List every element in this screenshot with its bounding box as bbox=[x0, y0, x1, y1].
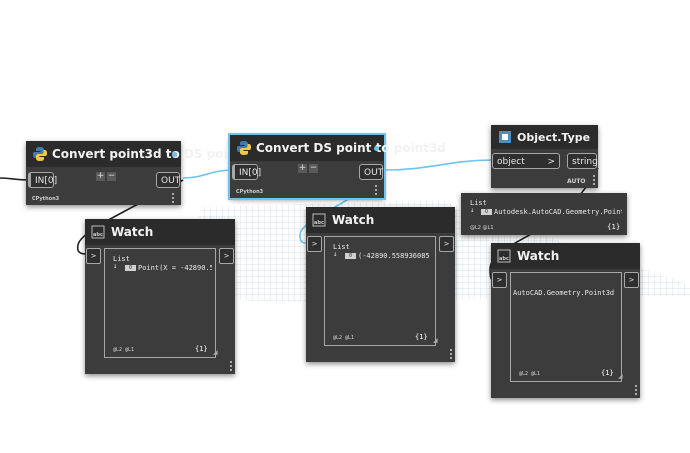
node-header[interactable]: Convert point3d to DS point bbox=[26, 141, 242, 167]
list-levels: @L2 @L1 bbox=[519, 371, 541, 377]
node-title: Convert DS point to point3d bbox=[256, 141, 446, 155]
svg-text:abc: abc bbox=[93, 232, 103, 238]
lacing-label[interactable]: AUTO bbox=[567, 178, 586, 185]
wire-convert-ds-to-convert-3d bbox=[182, 169, 234, 179]
remove-input-button[interactable]: − bbox=[107, 172, 116, 181]
input-port[interactable]: > bbox=[492, 272, 507, 288]
list-count: {1} bbox=[607, 223, 621, 231]
python-icon bbox=[237, 141, 251, 155]
python-icon bbox=[33, 147, 47, 161]
status-dot bbox=[374, 146, 379, 151]
output-port-out[interactable]: OUT bbox=[156, 172, 180, 188]
convert-ds-to-point3d-node[interactable]: Convert DS point to point3d IN[0] + − OU… bbox=[228, 133, 446, 200]
input-port-in0[interactable]: IN[0] bbox=[28, 172, 57, 188]
list-levels: @L2 @L1 bbox=[333, 335, 355, 341]
output-port[interactable]: > bbox=[439, 236, 454, 252]
list-arrow: ↓ bbox=[470, 206, 475, 214]
list-levels: @L2 @L1 bbox=[470, 225, 494, 231]
node-menu-icon[interactable] bbox=[230, 361, 233, 372]
input-port-in0[interactable]: IN[0] bbox=[232, 164, 261, 180]
list-count: {1} bbox=[601, 369, 614, 377]
node-title: Watch bbox=[332, 213, 375, 227]
watch-node-2[interactable]: abc Watch > > List ↓ 0 (-42890.558936085… bbox=[306, 207, 455, 362]
list-arrow: ↓ bbox=[113, 262, 118, 270]
convert-point3d-to-ds-node[interactable]: Convert point3d to DS point IN[0] + − OU… bbox=[26, 141, 242, 205]
node-header[interactable]: abc Watch bbox=[85, 219, 235, 245]
input-port-object[interactable]: object > bbox=[492, 153, 560, 169]
remove-input-button[interactable]: − bbox=[309, 164, 318, 173]
watch-value: AutoCAD.Geometry.Point3d bbox=[513, 289, 615, 297]
resize-grip-icon[interactable]: ◢ bbox=[213, 349, 218, 356]
resize-grip-icon[interactable]: ◢ bbox=[433, 337, 438, 344]
object-type-node[interactable]: Object.Type object > string AUTO bbox=[491, 125, 598, 188]
watch-node-3[interactable]: abc Watch > > AutoCAD.Geometry.Point3d @… bbox=[491, 243, 640, 398]
node-menu-icon[interactable] bbox=[172, 193, 175, 204]
output-port-out[interactable]: OUT bbox=[359, 164, 383, 180]
node-title: Watch bbox=[111, 225, 154, 239]
input-port-label: object bbox=[497, 157, 525, 167]
add-input-button[interactable]: + bbox=[96, 172, 105, 181]
watch-icon: abc bbox=[497, 249, 511, 263]
list-value: Point(X = -42890.558936085 bbox=[138, 264, 212, 272]
svg-text:abc: abc bbox=[499, 256, 509, 262]
preview-value: Autodesk.AutoCAD.Geometry.Point3d bbox=[494, 208, 622, 216]
wire-convert-3d-to-object-type bbox=[384, 159, 494, 171]
wire-input-to-convert-ds bbox=[0, 177, 29, 181]
node-header[interactable]: Object.Type bbox=[491, 125, 598, 149]
svg-text:abc: abc bbox=[314, 220, 324, 226]
node-menu-icon[interactable] bbox=[450, 349, 453, 360]
node-menu-icon[interactable] bbox=[593, 175, 596, 186]
list-value: (-42890.558936085 bbox=[358, 252, 430, 260]
node-menu-icon[interactable] bbox=[375, 185, 378, 196]
node-title: Watch bbox=[517, 249, 560, 263]
node-header[interactable]: Convert DS point to point3d bbox=[230, 135, 446, 161]
object-type-preview-bubble: List ↓ 0 Autodesk.AutoCAD.Geometry.Point… bbox=[461, 193, 627, 235]
watch-node-1[interactable]: abc Watch > > List ↓ 0 Point(X = -42890.… bbox=[85, 219, 235, 374]
preview-index: 0 bbox=[481, 209, 492, 215]
graph-canvas[interactable]: Convert point3d to DS point IN[0] + − OU… bbox=[0, 0, 690, 453]
watch-icon: abc bbox=[312, 213, 326, 227]
input-port[interactable]: > bbox=[307, 236, 322, 252]
resize-grip-icon[interactable]: ◢ bbox=[618, 373, 623, 380]
engine-label: CPython3 bbox=[236, 189, 264, 195]
list-arrow: ↓ bbox=[333, 250, 338, 258]
watch-icon: abc bbox=[91, 225, 105, 239]
node-menu-icon[interactable] bbox=[635, 385, 638, 396]
node-header[interactable]: abc Watch bbox=[491, 243, 640, 269]
input-port[interactable]: > bbox=[86, 248, 101, 264]
node-title: Convert point3d to DS point bbox=[52, 147, 242, 161]
list-count: {1} bbox=[415, 333, 428, 341]
status-dot bbox=[172, 152, 177, 157]
watch-display[interactable]: List ↓ 0 (-42890.558936085 @L2 @L1 {1} bbox=[324, 236, 436, 346]
add-input-button[interactable]: + bbox=[298, 164, 307, 173]
list-index: 0 bbox=[125, 265, 136, 271]
input-port-arrow: > bbox=[547, 157, 555, 167]
watch-display[interactable]: List ↓ 0 Point(X = -42890.558936085 @L2 … bbox=[104, 248, 216, 358]
list-levels: @L2 @L1 bbox=[113, 347, 135, 353]
output-port-string[interactable]: string bbox=[567, 153, 598, 169]
object-type-icon bbox=[499, 131, 511, 143]
node-title: Object.Type bbox=[517, 130, 591, 144]
watch-display[interactable]: AutoCAD.Geometry.Point3d @L2 @L1 {1} bbox=[510, 272, 622, 382]
output-port[interactable]: > bbox=[219, 248, 234, 264]
engine-label: CPython3 bbox=[32, 196, 60, 202]
list-index: 0 bbox=[345, 253, 356, 259]
node-header[interactable]: abc Watch bbox=[306, 207, 455, 233]
list-count: {1} bbox=[195, 345, 208, 353]
output-port[interactable]: > bbox=[624, 272, 639, 288]
